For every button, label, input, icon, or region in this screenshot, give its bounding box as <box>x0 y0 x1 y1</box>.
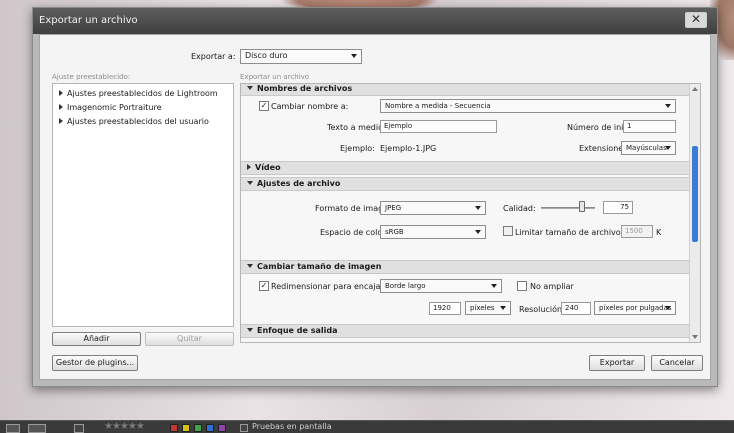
chevron-down-icon <box>500 306 506 310</box>
color-space-label: Espacio de color: <box>320 228 389 237</box>
extensions-select[interactable]: Mayúsculas <box>621 141 676 155</box>
export-button[interactable]: Exportar <box>589 355 645 371</box>
preset-list: Ajustes preestablecidos de Lightroom Ima… <box>52 83 234 327</box>
limit-size-label: Limitar tamaño de archivo a: <box>515 228 631 237</box>
no-enlarge-label: No ampliar <box>530 282 574 291</box>
section-file-naming[interactable]: Nombres de archivos <box>241 84 690 96</box>
section-image-sizing[interactable]: Cambiar tamaño de imagen <box>241 260 690 274</box>
quality-slider-track[interactable] <box>541 207 595 209</box>
checkmark-icon: ✓ <box>260 281 268 290</box>
export-to-value: Disco duro <box>245 51 288 60</box>
cancel-button[interactable]: Cancelar <box>651 355 703 371</box>
export-settings-panel: Nombres de archivos ✓ Cambiar nombre a: … <box>240 83 701 343</box>
close-icon: ✕ <box>690 12 702 26</box>
label-yellow-swatch[interactable] <box>182 424 190 432</box>
triangle-down-icon <box>247 181 253 185</box>
quality-input[interactable]: 75 <box>603 201 633 214</box>
scroll-down-icon[interactable] <box>692 335 698 339</box>
quality-label: Calidad: <box>503 204 536 213</box>
add-preset-button[interactable]: Añadir <box>52 332 141 346</box>
section-video[interactable]: Vídeo <box>241 161 690 175</box>
plugin-manager-button[interactable]: Gestor de plugins... <box>52 355 138 371</box>
label-blue-swatch[interactable] <box>206 424 214 432</box>
scroll-up-icon[interactable] <box>692 87 698 91</box>
resize-unit-select[interactable]: píxeles <box>465 301 511 315</box>
limit-size-input[interactable]: 1500 <box>621 225 653 238</box>
image-format-select[interactable]: JPEG <box>380 201 486 215</box>
start-number-input[interactable]: 1 <box>623 120 676 133</box>
example-value: Ejemplo-1.JPG <box>380 144 437 153</box>
triangle-down-icon <box>247 86 253 90</box>
rating-stars[interactable]: ★★★★★ <box>104 421 145 433</box>
compare-view-icon[interactable] <box>28 424 46 433</box>
chevron-down-icon <box>475 230 481 234</box>
limit-size-checkbox[interactable] <box>503 226 513 236</box>
preset-heading: Ajuste preestablecido: <box>52 73 131 81</box>
soft-proofing-checkbox[interactable] <box>240 424 248 432</box>
limit-size-unit: K <box>656 228 662 237</box>
resize-size-input[interactable]: 1920 <box>429 302 461 315</box>
custom-text-input[interactable]: Ejemplo <box>380 120 497 133</box>
triangle-down-icon <box>247 264 253 268</box>
triangle-down-icon <box>247 328 253 332</box>
scroll-thumb[interactable] <box>692 146 698 242</box>
resize-mode-select[interactable]: Borde largo <box>380 279 502 293</box>
triangle-right-icon <box>247 164 251 170</box>
dialog-title: Exportar un archivo <box>39 15 138 26</box>
section-output-sharpening[interactable]: Enfoque de salida <box>241 324 690 338</box>
chevron-down-icon <box>491 284 497 288</box>
chevron-down-icon <box>665 104 671 108</box>
chevron-down-icon <box>475 206 481 210</box>
label-purple-swatch[interactable] <box>218 424 226 432</box>
close-button[interactable]: ✕ <box>685 12 707 28</box>
preset-item[interactable]: Ajustes preestablecidos del usuario <box>59 117 209 126</box>
resize-checkbox[interactable]: ✓ <box>259 281 269 291</box>
example-label: Ejemplo: <box>340 144 375 153</box>
rename-template-select[interactable]: Nombre a medida - Secuencia <box>380 99 676 113</box>
label-green-swatch[interactable] <box>194 424 202 432</box>
triangle-right-icon <box>59 118 63 124</box>
remove-preset-button[interactable]: Quitar <box>145 332 234 346</box>
settings-scrollbar[interactable] <box>689 84 700 342</box>
label-red-swatch[interactable] <box>170 424 178 432</box>
triangle-right-icon <box>59 90 63 96</box>
filmstrip-toolbar: ★★★★★ Pruebas en pantalla <box>0 420 734 433</box>
export-to-select[interactable]: Disco duro <box>240 49 362 64</box>
resize-label: Redimensionar para encajar: <box>271 282 387 291</box>
resolution-label: Resolución: <box>519 305 565 314</box>
chevron-down-icon <box>351 54 357 58</box>
export-dialog: Exportar un archivo ✕ Exportar a: Disco … <box>32 7 718 387</box>
section-file-settings[interactable]: Ajustes de archivo <box>241 177 690 191</box>
rename-label: Cambiar nombre a: <box>271 102 349 111</box>
soft-proofing-label: Pruebas en pantalla <box>252 422 332 431</box>
preset-item[interactable]: Imagenomic Portraiture <box>59 103 162 112</box>
color-space-select[interactable]: sRGB <box>380 225 486 239</box>
resolution-input[interactable]: 240 <box>561 302 591 315</box>
resolution-unit-select[interactable]: píxeles por pulgadas <box>594 301 676 315</box>
quality-slider-thumb[interactable] <box>578 201 585 212</box>
chevron-down-icon <box>665 306 671 310</box>
chevron-down-icon <box>665 146 671 150</box>
grid-view-icon[interactable] <box>6 424 20 433</box>
dialog-content: Exportar a: Disco duro Ajuste preestable… <box>39 34 711 380</box>
checkmark-icon: ✓ <box>260 101 268 110</box>
no-enlarge-checkbox[interactable] <box>517 281 527 291</box>
dialog-titlebar[interactable]: Exportar un archivo ✕ <box>33 8 717 34</box>
settings-heading: Exportar un archivo <box>240 73 310 81</box>
survey-view-icon[interactable] <box>74 424 84 433</box>
export-to-label: Exportar a: <box>191 52 236 61</box>
rename-checkbox[interactable]: ✓ <box>259 101 269 111</box>
triangle-right-icon <box>59 104 63 110</box>
preset-item[interactable]: Ajustes preestablecidos de Lightroom <box>59 89 218 98</box>
